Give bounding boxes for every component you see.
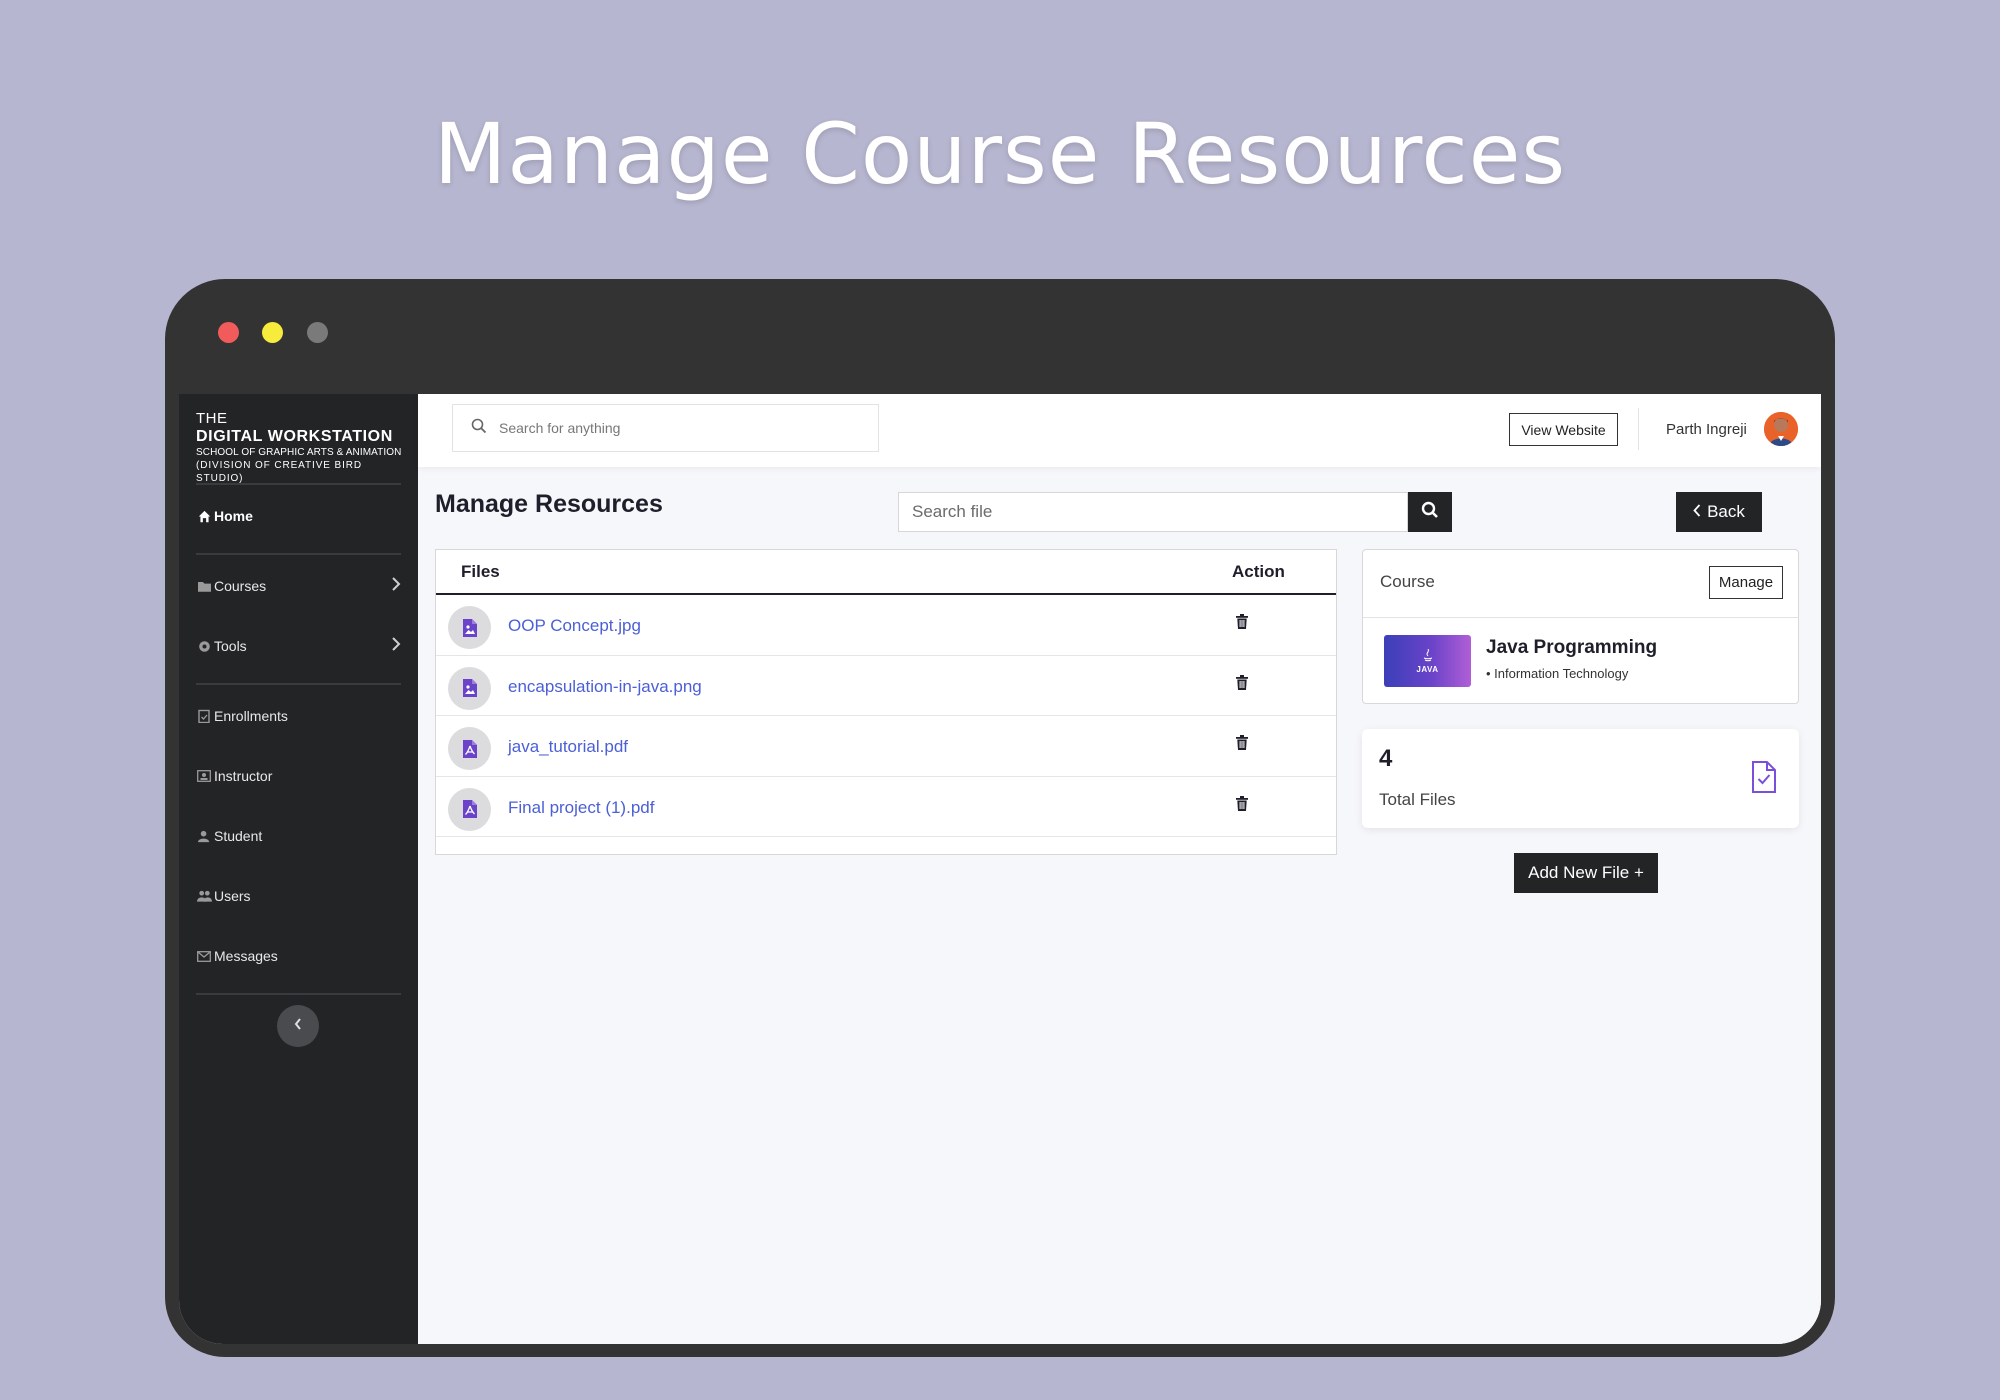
sidebar-item-messages[interactable]: Messages xyxy=(196,944,401,968)
clipboard-icon xyxy=(196,708,212,724)
back-button-label: Back xyxy=(1707,502,1745,521)
image-file-icon xyxy=(448,666,491,710)
trash-icon[interactable] xyxy=(1236,614,1248,634)
sidebar-item-label: Messages xyxy=(214,948,278,964)
file-check-icon xyxy=(1751,760,1777,799)
mail-icon xyxy=(196,948,212,964)
global-search-input[interactable]: Search for anything xyxy=(452,404,879,452)
sidebar-divider xyxy=(196,483,401,485)
sidebar-item-label: Users xyxy=(214,888,251,904)
sidebar-collapse-button[interactable] xyxy=(277,1005,319,1047)
column-header-files: Files xyxy=(461,561,500,581)
topbar-divider xyxy=(1638,408,1639,450)
brand-logo[interactable]: THE DIGITAL WORKSTATION SCHOOL OF GRAPHI… xyxy=(196,410,406,485)
brand-line-4: (DIVISION OF CREATIVE BIRD STUDIO) xyxy=(196,460,363,484)
course-name: Java Programming xyxy=(1486,637,1658,658)
window-minimize-dot[interactable] xyxy=(262,322,283,343)
brand-line-2: DIGITAL WORKSTATION xyxy=(196,428,393,445)
global-search-placeholder: Search for anything xyxy=(499,420,621,436)
course-card-header: Course Manage xyxy=(1363,550,1798,618)
users-icon xyxy=(196,888,212,904)
course-label: Course xyxy=(1380,572,1435,591)
file-name-link[interactable]: encapsulation-in-java.png xyxy=(508,677,702,697)
sidebar-item-instructor[interactable]: Instructor xyxy=(196,764,401,788)
trash-icon[interactable] xyxy=(1236,795,1248,816)
sidebar-divider xyxy=(196,683,401,685)
table-row: Final project (1).pdf xyxy=(436,777,1336,837)
sidebar-item-home[interactable]: Home xyxy=(196,504,401,528)
file-name-link[interactable]: Final project (1).pdf xyxy=(508,798,654,818)
sidebar-item-label: Enrollments xyxy=(214,708,288,724)
sidebar-item-label: Courses xyxy=(214,578,267,594)
trash-icon[interactable] xyxy=(1236,674,1248,695)
gear-icon xyxy=(196,638,212,654)
file-search-placeholder: Search file xyxy=(912,502,993,521)
file-name-link[interactable]: java_tutorial.pdf xyxy=(508,737,628,757)
table-row: OOP Concept.jpg xyxy=(436,595,1336,656)
sidebar-item-label: Home xyxy=(214,508,253,524)
manage-course-button[interactable]: Manage xyxy=(1709,566,1783,599)
sidebar-item-label: Instructor xyxy=(214,768,273,784)
chevron-right-icon xyxy=(391,637,401,654)
sidebar-item-label: Tools xyxy=(214,638,247,654)
column-header-action: Action xyxy=(1232,561,1285,581)
image-file-icon xyxy=(448,606,491,649)
sidebar-divider xyxy=(196,993,401,995)
file-name-link[interactable]: OOP Concept.jpg xyxy=(508,616,641,636)
add-new-file-button[interactable]: Add New File + xyxy=(1514,853,1658,893)
page-title: Manage Resources xyxy=(435,490,663,518)
device-frame: THE DIGITAL WORKSTATION SCHOOL OF GRAPHI… xyxy=(165,279,1835,1357)
user-icon xyxy=(196,828,212,844)
java-logo-icon xyxy=(1423,648,1432,661)
id-card-icon xyxy=(196,768,212,784)
sidebar-item-enrollments[interactable]: Enrollments xyxy=(196,704,401,728)
sidebar-item-student[interactable]: Student xyxy=(196,824,401,848)
pdf-file-icon xyxy=(448,727,491,770)
brand-line-1: THE xyxy=(196,410,228,427)
hero-title: Manage Course Resources xyxy=(433,105,1567,203)
chevron-right-icon xyxy=(391,577,401,594)
sidebar-item-courses[interactable]: Courses xyxy=(196,574,401,598)
files-table-header: Files Action xyxy=(436,550,1336,595)
files-table: Files Action OOP Concept.jpg encapsulati… xyxy=(435,549,1337,855)
search-icon xyxy=(471,418,487,439)
file-search-input[interactable]: Search file xyxy=(898,492,1408,532)
table-row: encapsulation-in-java.png xyxy=(436,656,1336,716)
sidebar-divider xyxy=(196,553,401,555)
sidebar-item-label: Student xyxy=(214,828,263,844)
window-maximize-dot[interactable] xyxy=(307,322,328,343)
total-files-label: Total Files xyxy=(1379,790,1456,809)
course-category: • Information Technology xyxy=(1486,666,1629,681)
topbar: Search for anything View Website Parth I… xyxy=(418,394,1821,467)
home-icon xyxy=(196,508,212,524)
course-thumbnail: JAVA xyxy=(1384,635,1471,687)
trash-icon[interactable] xyxy=(1236,735,1248,755)
table-row: java_tutorial.pdf xyxy=(436,716,1336,777)
pdf-file-icon xyxy=(448,787,491,831)
folder-icon xyxy=(196,578,212,594)
back-button[interactable]: Back xyxy=(1676,492,1762,532)
brand-line-3: SCHOOL OF GRAPHIC ARTS & ANIMATION xyxy=(196,447,402,458)
app-screen: THE DIGITAL WORKSTATION SCHOOL OF GRAPHI… xyxy=(179,394,1821,1344)
search-icon xyxy=(1421,501,1439,524)
user-name[interactable]: Parth Ingreji xyxy=(1666,421,1747,438)
main-content: Search for anything View Website Parth I… xyxy=(418,394,1821,1344)
sidebar-item-users[interactable]: Users xyxy=(196,884,401,908)
total-files-card: 4 Total Files xyxy=(1362,729,1799,828)
sidebar-item-tools[interactable]: Tools xyxy=(196,634,401,658)
sidebar: THE DIGITAL WORKSTATION SCHOOL OF GRAPHI… xyxy=(179,394,418,1344)
chevron-left-icon xyxy=(294,1017,302,1035)
file-search-button[interactable] xyxy=(1408,492,1452,532)
course-thumbnail-text: JAVA xyxy=(1416,664,1439,674)
view-website-button[interactable]: View Website xyxy=(1509,413,1618,446)
avatar[interactable] xyxy=(1764,412,1798,446)
course-card: Course Manage JAVA Java Programming • In… xyxy=(1362,549,1799,704)
total-files-count: 4 xyxy=(1379,745,1393,772)
chevron-left-icon xyxy=(1693,502,1701,522)
window-close-dot[interactable] xyxy=(218,322,239,343)
